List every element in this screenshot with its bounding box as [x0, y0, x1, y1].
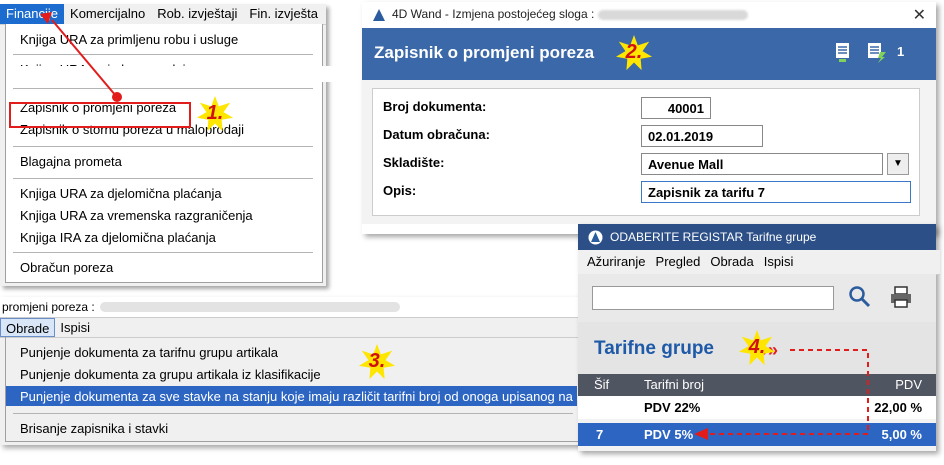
step-1-badge: 1. [196, 95, 234, 133]
step-2-badge: 2. [615, 34, 653, 72]
annotation-overlay: »» [40, 12, 869, 440]
step-3-badge: 3. [358, 343, 396, 381]
step-4-badge: 4. [738, 329, 776, 367]
